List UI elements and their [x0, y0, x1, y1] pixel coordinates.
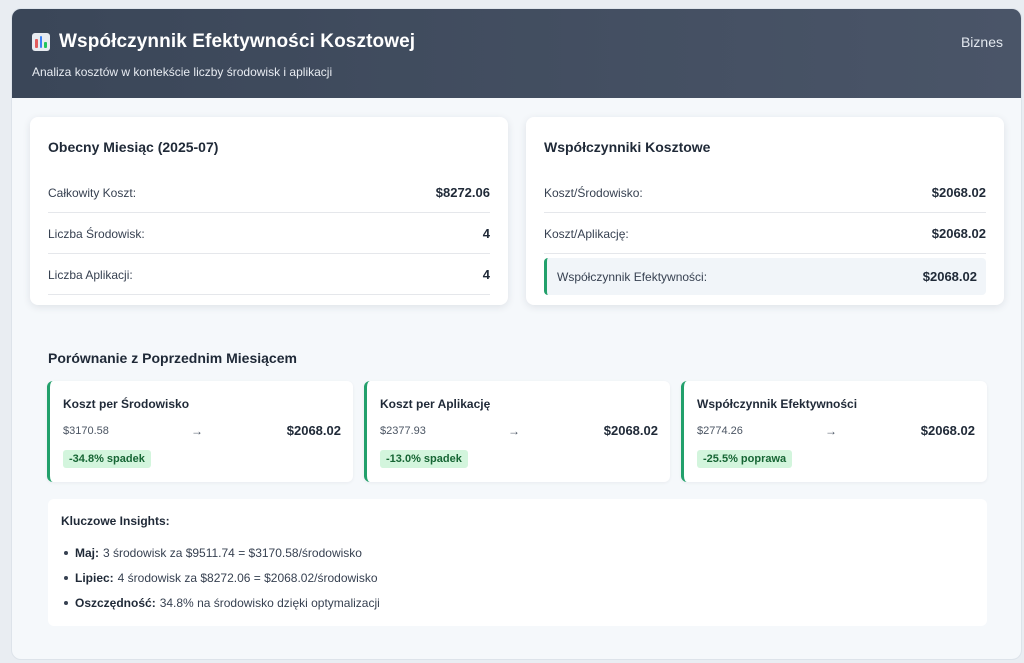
bar-chart-icon-bar	[35, 39, 38, 48]
row-label: Całkowity Koszt:	[48, 185, 137, 200]
current-value: $2068.02	[920, 423, 975, 438]
cost-ratios-card: Współczynniki Kosztowe Koszt/Środowisko:…	[526, 117, 1004, 305]
insight-text: 3 środowisk za $9511.74 = $3170.58/środo…	[103, 545, 362, 560]
comparison-title: Porównanie z Poprzednim Miesiącem	[48, 350, 297, 366]
title-row: Współczynnik Efektywności Kosztowej	[32, 31, 415, 53]
applications-count-row: Liczba Aplikacji: 4	[48, 255, 490, 295]
change-badge: -13.0% spadek	[380, 450, 468, 468]
insight-label: Maj:	[75, 545, 99, 560]
total-cost-row: Całkowity Koszt: $8272.06	[48, 173, 490, 213]
change-badge: -34.8% spadek	[63, 450, 151, 468]
comparison-card-environment: Koszt per Środowisko $3170.58 → $2068.02…	[47, 381, 353, 482]
current-value: $2068.02	[603, 423, 658, 438]
current-month-title: Obecny Miesiąc (2025-07)	[48, 139, 219, 155]
row-value: $2068.02	[931, 226, 986, 241]
comparison-card-title: Koszt per Aplikację	[380, 397, 491, 411]
arrow-right-icon: →	[508, 424, 520, 438]
cost-per-application-row: Koszt/Aplikację: $2068.02	[544, 214, 986, 254]
previous-value: $2774.26	[697, 425, 743, 437]
comparison-card-efficiency: Współczynnik Efektywności $2774.26 → $20…	[681, 381, 987, 482]
list-item: Lipiec: 4 środowisk za $8272.06 = $2068.…	[64, 565, 380, 590]
environments-count-row: Liczba Środowisk: 4	[48, 214, 490, 254]
insights-box: Kluczowe Insights: Maj: 3 środowisk za $…	[48, 499, 987, 626]
row-value: $2068.02	[931, 185, 986, 200]
comparison-card-title: Koszt per Środowisko	[63, 397, 190, 411]
insights-title: Kluczowe Insights:	[61, 514, 170, 528]
bar-chart-icon-bar	[39, 36, 43, 48]
row-label: Koszt/Środowisko:	[544, 185, 643, 200]
current-value: $2068.02	[286, 423, 341, 438]
list-item: Maj: 3 środowisk za $9511.74 = $3170.58/…	[64, 540, 380, 565]
row-label: Koszt/Aplikację:	[544, 226, 629, 241]
list-item: Oszczędność: 34.8% na środowisko dzięki …	[64, 590, 380, 615]
row-value: 4	[482, 226, 490, 241]
row-value: 4	[482, 267, 490, 282]
row-value: $2068.02	[922, 269, 977, 284]
bar-chart-icon	[32, 33, 50, 51]
row-label: Współczynnik Efektywności:	[557, 269, 708, 284]
efficiency-ratio-row: Współczynnik Efektywności: $2068.02	[544, 258, 986, 295]
row-label: Liczba Aplikacji:	[48, 267, 133, 282]
insight-text: 34.8% na środowisko dzięki optymalizacji	[159, 595, 380, 610]
previous-value: $2377.93	[380, 425, 426, 437]
previous-value: $3170.58	[63, 425, 109, 437]
page-subtitle: Analiza kosztów w kontekście liczby środ…	[32, 65, 333, 79]
insights-list: Maj: 3 środowisk za $9511.74 = $3170.58/…	[64, 540, 380, 615]
bullet-icon	[64, 575, 68, 580]
change-badge: -25.5% poprawa	[697, 450, 793, 468]
cost-per-environment-row: Koszt/Środowisko: $2068.02	[544, 173, 986, 213]
insight-label: Lipiec:	[75, 570, 114, 585]
dashboard-panel: Współczynnik Efektywności Kosztowej Anal…	[11, 8, 1022, 660]
comparison-card-title: Współczynnik Efektywności	[697, 397, 858, 411]
page-header: Współczynnik Efektywności Kosztowej Anal…	[12, 9, 1021, 98]
bar-chart-icon-bar	[44, 42, 48, 48]
row-label: Liczba Środowisk:	[48, 226, 145, 241]
insight-text: 4 środowisk za $8272.06 = $2068.02/środo…	[117, 570, 378, 585]
bullet-icon	[64, 550, 68, 555]
category-label: Biznes	[960, 34, 1003, 50]
current-month-card: Obecny Miesiąc (2025-07) Całkowity Koszt…	[30, 117, 508, 305]
cost-ratios-title: Współczynniki Kosztowe	[544, 139, 711, 155]
arrow-right-icon: →	[825, 424, 837, 438]
row-value: $8272.06	[435, 185, 490, 200]
page-title: Współczynnik Efektywności Kosztowej	[59, 31, 416, 52]
insight-label: Oszczędność:	[75, 595, 156, 610]
bullet-icon	[64, 600, 68, 605]
comparison-card-application: Koszt per Aplikację $2377.93 → $2068.02 …	[364, 381, 670, 482]
arrow-right-icon: →	[191, 424, 203, 438]
